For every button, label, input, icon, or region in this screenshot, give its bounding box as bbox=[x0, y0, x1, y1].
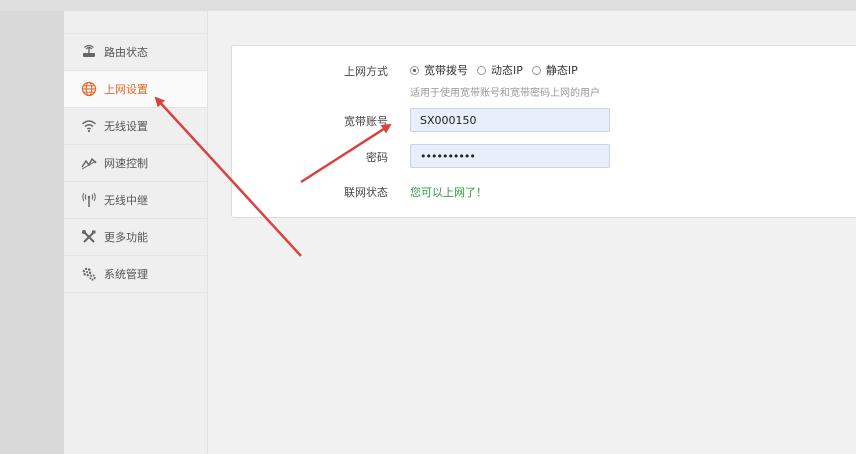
sidebar: 路由状态 上网设置 无线设置 网速控制 无线中继 更多功能 系统管理 bbox=[64, 11, 208, 454]
radio-static-ip[interactable]: 静态IP bbox=[531, 62, 578, 78]
broadband-account-label: 宽带账号 bbox=[344, 115, 388, 128]
connection-mode-radio-group: 宽带拨号 动态IP 静态IP bbox=[410, 62, 587, 78]
sidebar-item-system-management[interactable]: 系统管理 bbox=[64, 256, 207, 293]
sidebar-item-speed-control[interactable]: 网速控制 bbox=[64, 145, 207, 182]
radio-dynamic-ip-label: 动态IP bbox=[491, 64, 523, 77]
sidebar-item-label: 上网设置 bbox=[104, 83, 148, 96]
radio-pppoe[interactable]: 宽带拨号 bbox=[410, 62, 468, 78]
sidebar-item-router-status[interactable]: 路由状态 bbox=[64, 34, 207, 71]
radio-static-ip-label: 静态IP bbox=[545, 64, 578, 77]
wifi-icon bbox=[80, 117, 98, 135]
sidebar-item-label: 无线中继 bbox=[104, 194, 148, 207]
main-panel: 上网方式 宽带拨号 动态IP 静态IP 适用于使用宽带账号和宽带密码上网的用户 … bbox=[208, 11, 856, 454]
router-icon bbox=[80, 43, 98, 61]
speed-chart-icon bbox=[80, 154, 98, 172]
tools-icon bbox=[80, 228, 98, 246]
sidebar-item-internet-settings[interactable]: 上网设置 bbox=[64, 71, 207, 108]
connection-status-value: 您可以上网了！ bbox=[410, 186, 487, 199]
radio-pppoe-dot[interactable] bbox=[410, 65, 419, 75]
sidebar-item-label: 路由状态 bbox=[104, 46, 148, 59]
sidebar-item-wireless-settings[interactable]: 无线设置 bbox=[64, 108, 207, 145]
globe-icon bbox=[80, 80, 98, 98]
gears-icon bbox=[80, 265, 98, 283]
internet-settings-card: 上网方式 宽带拨号 动态IP 静态IP 适用于使用宽带账号和宽带密码上网的用户 … bbox=[231, 45, 856, 218]
sidebar-item-label: 更多功能 bbox=[104, 231, 148, 244]
password-input[interactable]: •••••••••• bbox=[410, 144, 610, 168]
connection-mode-label: 上网方式 bbox=[344, 65, 388, 78]
radio-dynamic-ip-dot[interactable] bbox=[477, 65, 486, 75]
radio-pppoe-label: 宽带拨号 bbox=[424, 64, 468, 77]
radio-static-ip-dot[interactable] bbox=[531, 65, 541, 75]
sidebar-item-wireless-repeater[interactable]: 无线中继 bbox=[64, 182, 207, 219]
top-bar bbox=[0, 0, 856, 11]
sidebar-item-more-features[interactable]: 更多功能 bbox=[64, 219, 207, 256]
radio-dynamic-ip[interactable]: 动态IP bbox=[477, 62, 523, 78]
sidebar-item-label: 网速控制 bbox=[104, 157, 148, 170]
password-label: 密码 bbox=[366, 151, 388, 164]
left-gutter bbox=[0, 11, 64, 454]
antenna-icon bbox=[80, 191, 98, 209]
broadband-account-input[interactable]: SX000150 bbox=[410, 108, 610, 132]
sidebar-item-label: 无线设置 bbox=[104, 120, 148, 133]
sidebar-item-label: 系统管理 bbox=[104, 268, 148, 281]
sidebar-top-spacer bbox=[64, 11, 207, 34]
connection-status-label: 联网状态 bbox=[344, 186, 388, 199]
connection-mode-hint: 适用于使用宽带账号和宽带密码上网的用户 bbox=[410, 88, 600, 99]
